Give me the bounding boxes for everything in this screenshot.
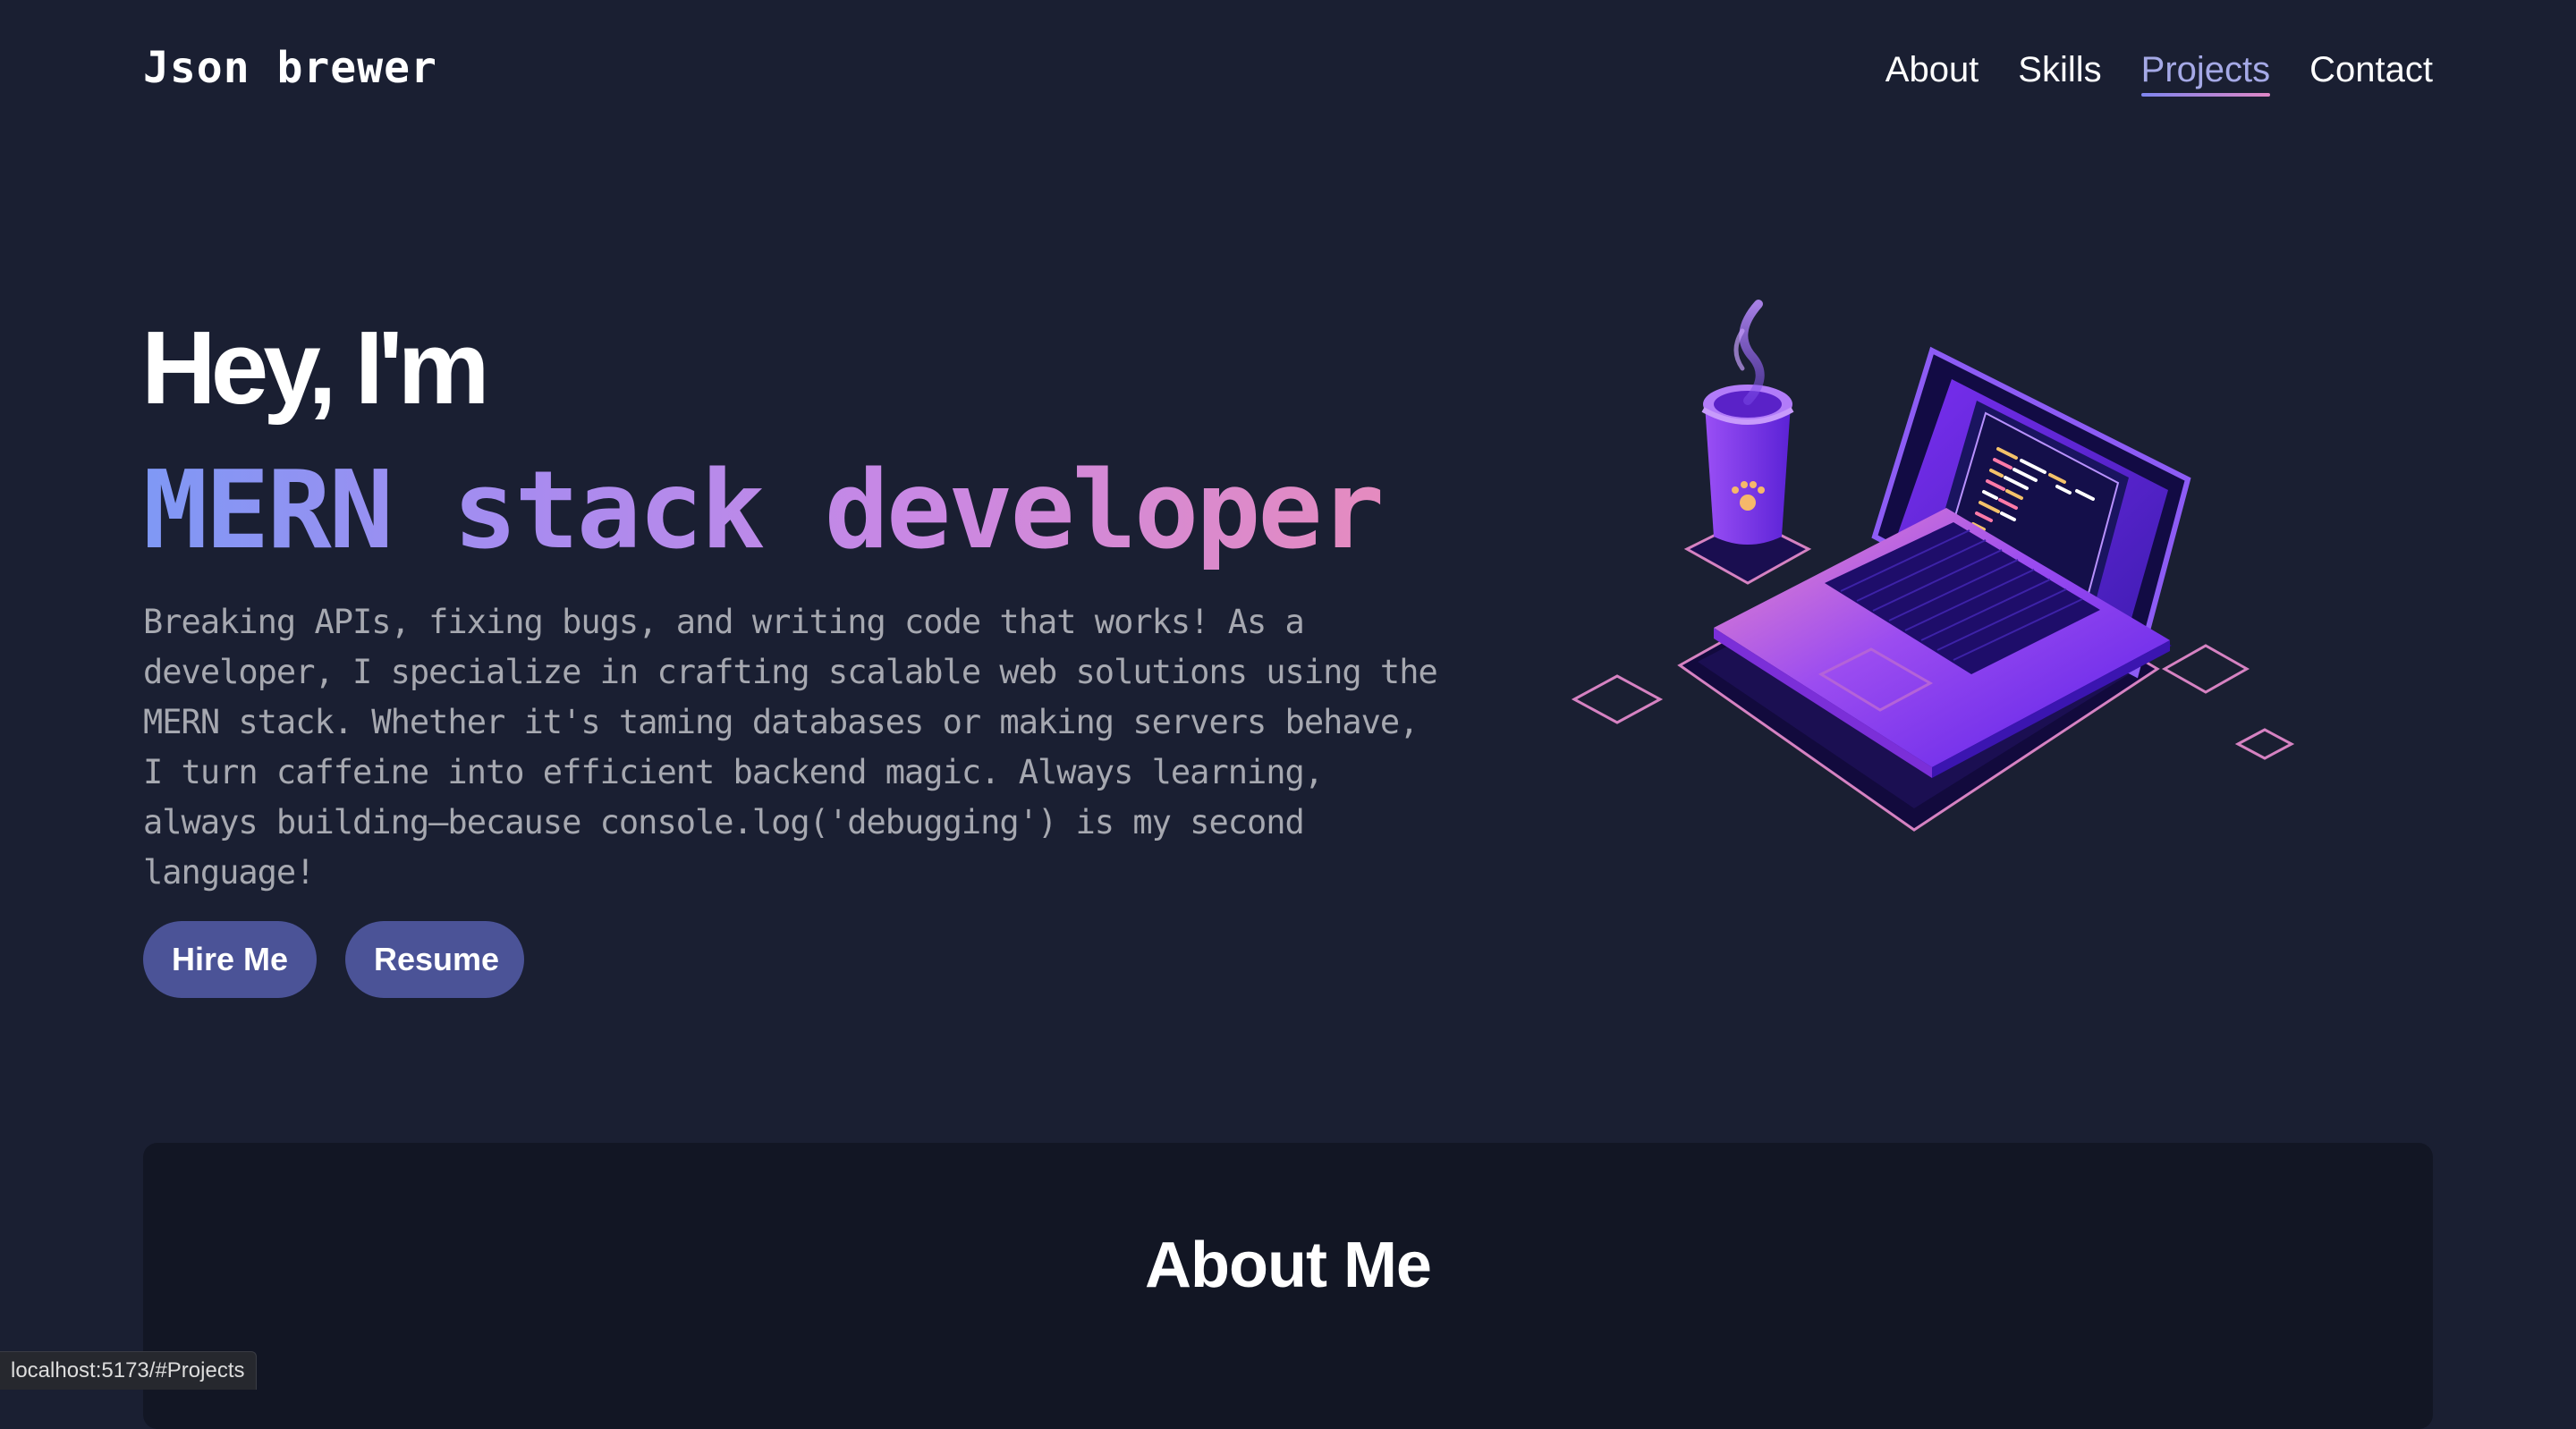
nav-menu: About Skills Projects Contact [1885,45,2433,97]
diamond-shape [2234,728,2295,760]
diamond-shape [1571,674,1664,724]
about-section: About Me [143,1143,2433,1429]
hero-description: Breaking APIs, fixing bugs, and writing … [143,603,1438,892]
nav-link-about[interactable]: About [1885,45,1979,95]
browser-status-url: localhost:5173/#Projects [0,1351,257,1390]
hero-greeting: Hey, I'm [141,309,490,426]
laptop-and-coffee-illustration [1571,300,2295,832]
hire-me-button[interactable]: Hire Me [143,921,317,998]
site-logo[interactable]: Json brewer [143,39,437,97]
nav-link-contact[interactable]: Contact [2309,45,2433,95]
about-title: About Me [1145,1230,1432,1301]
resume-button[interactable]: Resume [345,921,524,998]
diamond-shape [2161,644,2250,694]
navbar: Json brewer About Skills Projects Contac… [0,0,2576,143]
nav-link-skills[interactable]: Skills [2018,45,2101,95]
hero-role-title: MERN stack developer [143,449,1385,573]
nav-link-projects[interactable]: Projects [2140,45,2270,97]
